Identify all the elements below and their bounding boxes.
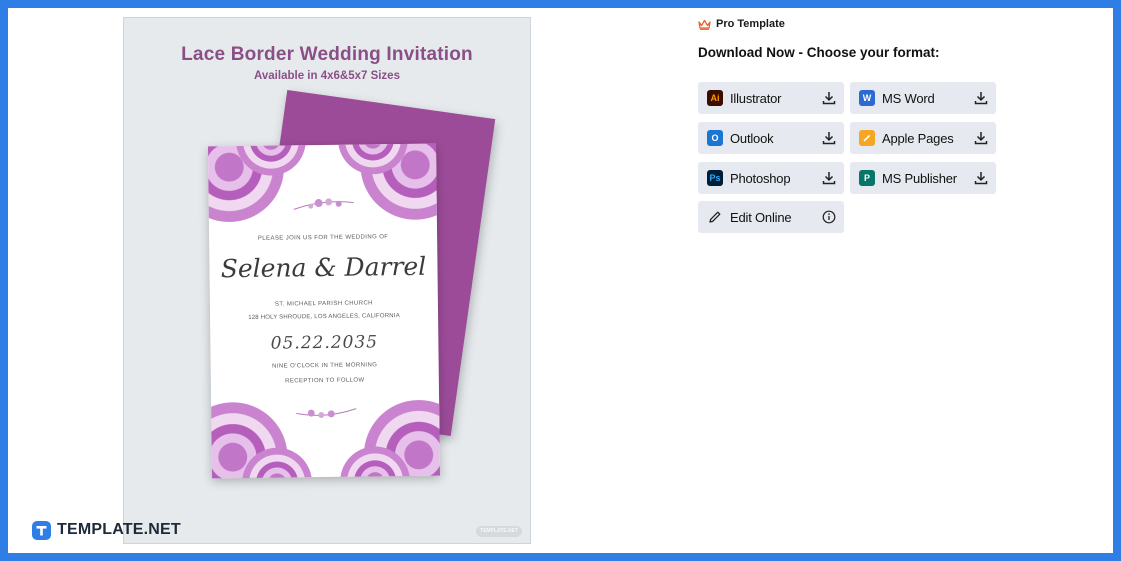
apple-pages-icon	[859, 130, 875, 146]
floral-sprig-top	[293, 198, 354, 210]
card-reception: RECEPTION TO FOLLOW	[285, 377, 365, 385]
invitation-card: PLEASE JOIN US FOR THE WEDDING OF Selena…	[207, 143, 441, 479]
card-date: 05.22.2035	[270, 332, 379, 354]
download-icon	[822, 92, 836, 105]
download-outlook-button[interactable]: O Outlook	[698, 122, 844, 154]
card-time: NINE O'CLOCK IN THE MORNING	[272, 362, 378, 370]
template-logo-icon	[32, 520, 51, 540]
card-venue: ST. MICHAEL PARISH CHURCH	[274, 300, 373, 308]
format-label-ms-publisher: MS Publisher	[882, 170, 957, 186]
download-icon	[822, 172, 836, 185]
brand-logo[interactable]: TEMPLATE.NET	[32, 519, 181, 541]
format-label-edit-online: Edit Online	[730, 209, 792, 225]
preview-watermark: TEMPLATE.NET	[476, 526, 522, 537]
card-address: 128 HOLY SHROUDE, LOS ANGELES, CALIFORNI…	[248, 313, 400, 321]
pro-template-label: Pro Template	[716, 18, 785, 30]
template-preview[interactable]: Lace Border Wedding Invitation Available…	[123, 17, 531, 544]
download-apple-pages-button[interactable]: Apple Pages	[850, 122, 996, 154]
download-ms-word-button[interactable]: W MS Word	[850, 82, 996, 114]
pencil-icon	[709, 211, 721, 223]
floral-sprig-bottom	[296, 408, 357, 419]
card-couple-names: Selena & Darrel	[220, 251, 427, 284]
format-label-apple-pages: Apple Pages	[882, 130, 954, 146]
brand-name: TEMPLATE.NET	[57, 521, 181, 538]
format-label-ms-word: MS Word	[882, 90, 935, 106]
pro-template-badge: Pro Template	[698, 18, 785, 30]
illustrator-icon: Ai	[707, 90, 723, 106]
content-canvas: Lace Border Wedding Invitation Available…	[8, 8, 1113, 553]
preview-subtitle: Available in 4x6&5x7 Sizes	[254, 70, 400, 82]
info-icon[interactable]	[822, 210, 836, 224]
download-icon	[974, 132, 988, 145]
preview-title: Lace Border Wedding Invitation	[181, 44, 473, 65]
edit-online-button[interactable]: Edit Online	[698, 201, 844, 233]
download-icon	[822, 132, 836, 145]
download-icon	[974, 92, 988, 105]
page-frame: Lace Border Wedding Invitation Available…	[0, 0, 1121, 561]
download-photoshop-button[interactable]: Ps Photoshop	[698, 162, 844, 194]
crown-icon	[698, 19, 711, 30]
download-heading: Download Now - Choose your format:	[698, 45, 940, 60]
ms-word-icon: W	[859, 90, 875, 106]
format-label-outlook: Outlook	[730, 130, 774, 146]
ms-publisher-icon: P	[859, 170, 875, 186]
outlook-icon: O	[707, 130, 723, 146]
download-icon	[974, 172, 988, 185]
card-intro-text: PLEASE JOIN US FOR THE WEDDING OF	[257, 234, 389, 242]
format-label-illustrator: Illustrator	[730, 90, 782, 106]
format-label-photoshop: Photoshop	[730, 170, 791, 186]
photoshop-icon: Ps	[707, 170, 723, 186]
download-illustrator-button[interactable]: Ai Illustrator	[698, 82, 844, 114]
download-ms-publisher-button[interactable]: P MS Publisher	[850, 162, 996, 194]
